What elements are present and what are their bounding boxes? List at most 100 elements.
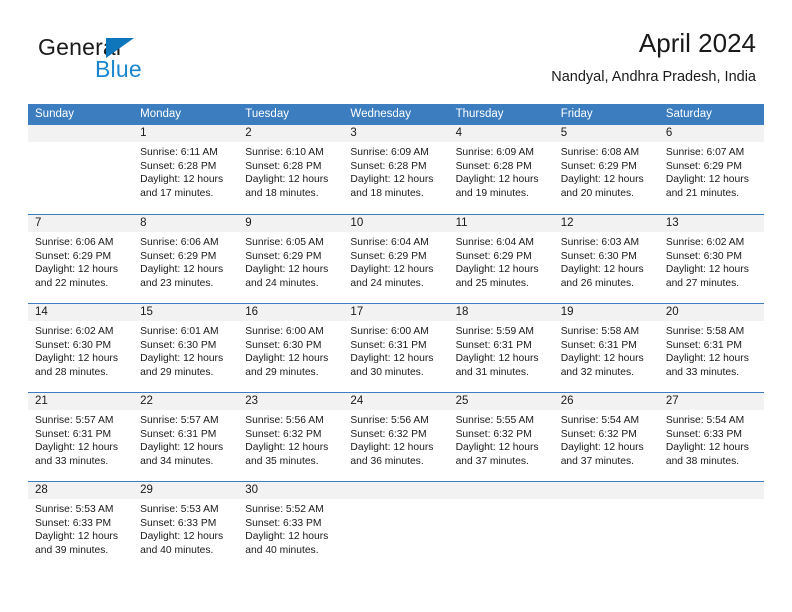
weekday-header-row: Sunday Monday Tuesday Wednesday Thursday Frid… [28,104,764,125]
daylight-text-line1: Daylight: 12 hours [350,353,434,365]
calendar-day-cell[interactable]: 6 Sunrise: 6:07 AM Sunset: 6:29 PM Daylight… [658,125,764,214]
calendar-day-cell[interactable]: 23 Sunrise: 5:56 AM Sunset: 6:32 PM Dayligh… [238,393,344,481]
sunrise-text: Sunrise: 5:54 AM [560,415,640,426]
calendar-day-cell[interactable]: 25 Sunrise: 5:55 AM Sunset: 6:32 PM Dayligh… [448,393,554,481]
day-number [448,482,554,499]
sunset-text: Sunset: 6:29 PM [455,250,532,262]
daylight-text-line1: Daylight: 12 hours [140,264,224,276]
day-number: 3 [343,125,449,142]
calendar-day-cell[interactable]: 16 Sunrise: 6:00 AM Sunset: 6:30 PM Dayligh… [238,304,344,392]
daylight-text-line1: Daylight: 12 hours [350,442,434,454]
daylight-text-line2: and 22 minutes. [35,277,109,289]
day-number: 24 [343,393,449,410]
daylight-text-line1: Daylight: 12 hours [560,174,644,186]
calendar-day-cell[interactable]: 7 Sunrise: 6:06 AM Sunset: 6:29 PM Daylight… [28,215,134,303]
daylight-text-line1: Daylight: 12 hours [350,174,434,186]
daylight-text-line2: and 40 minutes. [140,544,214,556]
daylight-text-line2: and 39 minutes. [35,544,109,556]
day-number: 22 [133,393,239,410]
sunrise-text: Sunrise: 5:58 AM [560,326,640,337]
calendar-day-cell[interactable]: 18 Sunrise: 5:59 AM Sunset: 6:31 PM Dayligh… [448,304,554,392]
calendar-day-cell[interactable]: 19 Sunrise: 5:58 AM Sunset: 6:31 PM Dayligh… [553,304,659,392]
calendar-day-cell[interactable]: 5 Sunrise: 6:08 AM Sunset: 6:29 PM Daylight… [553,125,659,214]
daylight-text-line1: Daylight: 12 hours [560,442,644,454]
calendar-day-cell[interactable]: 29 Sunrise: 5:53 AM Sunset: 6:33 PM Dayligh… [133,482,239,570]
calendar-day-cell[interactable]: 30 Sunrise: 5:52 AM Sunset: 6:33 PM Dayligh… [238,482,344,570]
day-number: 23 [238,393,344,410]
sunrise-text: Sunrise: 6:06 AM [140,237,219,248]
calendar-day-cell[interactable]: 8 Sunrise: 6:06 AM Sunset: 6:29 PM Daylight… [133,215,239,303]
day-number: 12 [553,215,659,232]
daylight-text-line2: and 18 minutes. [245,187,319,199]
day-details: Sunrise: 6:08 AM Sunset: 6:29 PM Daylight:… [553,142,659,214]
day-details: Sunrise: 5:53 AM Sunset: 6:33 PM Daylight:… [28,499,134,570]
general-blue-logo[interactable]: General Blue [38,34,268,92]
daylight-text-line2: and 28 minutes. [35,366,109,378]
day-number: 6 [658,125,764,142]
calendar-day-cell[interactable]: 22 Sunrise: 5:57 AM Sunset: 6:31 PM Dayligh… [133,393,239,481]
calendar-day-cell[interactable]: 12 Sunrise: 6:03 AM Sunset: 6:30 PM Dayligh… [553,215,659,303]
calendar-day-cell[interactable]: 26 Sunrise: 5:54 AM Sunset: 6:32 PM Dayligh… [553,393,659,481]
page-title: April 2024 [638,28,756,58]
sunrise-text: Sunrise: 5:58 AM [665,326,745,337]
day-details: Sunrise: 5:55 AM Sunset: 6:32 PM Daylight:… [448,410,554,481]
daylight-text-line2: and 29 minutes. [140,366,214,378]
calendar-day-cell[interactable]: 9 Sunrise: 6:05 AM Sunset: 6:29 PM Daylight… [238,215,344,303]
daylight-text-line1: Daylight: 12 hours [665,174,749,186]
day-details: Sunrise: 5:56 AM Sunset: 6:32 PM Daylight:… [343,410,449,481]
sunrise-text: Sunrise: 6:06 AM [35,237,114,248]
calendar-day-cell[interactable]: 3 Sunrise: 6:09 AM Sunset: 6:28 PM Daylight… [343,125,449,214]
weekday-header-friday: Friday [560,108,593,120]
day-details: Sunrise: 6:06 AM Sunset: 6:29 PM Daylight:… [133,232,239,303]
day-details: Sunrise: 6:00 AM Sunset: 6:30 PM Daylight:… [238,321,344,392]
day-details [28,142,134,214]
calendar-day-cell[interactable]: 20 Sunrise: 5:58 AM Sunset: 6:31 PM Dayligh… [658,304,764,392]
sunset-text: Sunset: 6:31 PM [665,339,742,351]
daylight-text-line2: and 37 minutes. [455,455,529,467]
day-details [448,499,554,570]
day-number: 5 [553,125,659,142]
day-number: 19 [553,304,659,321]
day-number: 26 [553,393,659,410]
calendar-day-cell[interactable]: 17 Sunrise: 6:00 AM Sunset: 6:31 PM Dayligh… [343,304,449,392]
day-details: Sunrise: 5:56 AM Sunset: 6:32 PM Daylight:… [238,410,344,481]
day-details: Sunrise: 6:03 AM Sunset: 6:30 PM Daylight:… [553,232,659,303]
daylight-text-line1: Daylight: 12 hours [245,264,329,276]
day-details: Sunrise: 6:00 AM Sunset: 6:31 PM Daylight:… [343,321,449,392]
sunset-text: Sunset: 6:30 PM [35,339,112,351]
sunrise-text: Sunrise: 6:01 AM [140,326,219,337]
day-number: 18 [448,304,554,321]
daylight-text-line2: and 31 minutes. [455,366,529,378]
day-number: 30 [238,482,344,499]
calendar-week-row: 7 Sunrise: 6:06 AM Sunset: 6:29 PM Daylight… [28,214,764,303]
calendar-day-cell[interactable]: 13 Sunrise: 6:02 AM Sunset: 6:30 PM Dayligh… [658,215,764,303]
sunset-text: Sunset: 6:29 PM [245,250,322,262]
sunset-text: Sunset: 6:31 PM [455,339,532,351]
sunrise-text: Sunrise: 5:56 AM [245,415,324,426]
calendar-day-cell[interactable]: 15 Sunrise: 6:01 AM Sunset: 6:30 PM Dayligh… [133,304,239,392]
day-number: 1 [133,125,239,142]
calendar-day-cell[interactable]: 27 Sunrise: 5:54 AM Sunset: 6:33 PM Dayligh… [658,393,764,481]
calendar-day-cell[interactable]: 2 Sunrise: 6:10 AM Sunset: 6:28 PM Daylight… [238,125,344,214]
calendar-week-row: 1 Sunrise: 6:11 AM Sunset: 6:28 PM Daylight… [28,125,764,214]
calendar-day-cell[interactable]: 21 Sunrise: 5:57 AM Sunset: 6:31 PM Dayligh… [28,393,134,481]
calendar-day-cell[interactable]: 4 Sunrise: 6:09 AM Sunset: 6:28 PM Daylight… [448,125,554,214]
sunset-text: Sunset: 6:32 PM [350,428,427,440]
daylight-text-line2: and 40 minutes. [245,544,319,556]
calendar-day-cell[interactable]: 1 Sunrise: 6:11 AM Sunset: 6:28 PM Daylight… [133,125,239,214]
daylight-text-line2: and 20 minutes. [560,187,634,199]
day-number: 10 [343,215,449,232]
sunset-text: Sunset: 6:29 PM [350,250,427,262]
sunrise-text: Sunrise: 6:04 AM [455,237,534,248]
calendar-day-cell[interactable]: 14 Sunrise: 6:02 AM Sunset: 6:30 PM Dayligh… [28,304,134,392]
calendar-day-cell[interactable]: 11 Sunrise: 6:04 AM Sunset: 6:29 PM Dayligh… [448,215,554,303]
day-details: Sunrise: 6:09 AM Sunset: 6:28 PM Daylight:… [343,142,449,214]
daylight-text-line2: and 37 minutes. [560,455,634,467]
sunset-text: Sunset: 6:32 PM [560,428,637,440]
calendar-day-cell[interactable]: 28 Sunrise: 5:53 AM Sunset: 6:33 PM Dayligh… [28,482,134,570]
calendar-day-cell[interactable]: 10 Sunrise: 6:04 AM Sunset: 6:29 PM Dayligh… [343,215,449,303]
sunset-text: Sunset: 6:32 PM [245,428,322,440]
daylight-text-line2: and 23 minutes. [140,277,214,289]
calendar-day-cell[interactable]: 24 Sunrise: 5:56 AM Sunset: 6:32 PM Dayligh… [343,393,449,481]
sunrise-text: Sunrise: 6:00 AM [350,326,429,337]
